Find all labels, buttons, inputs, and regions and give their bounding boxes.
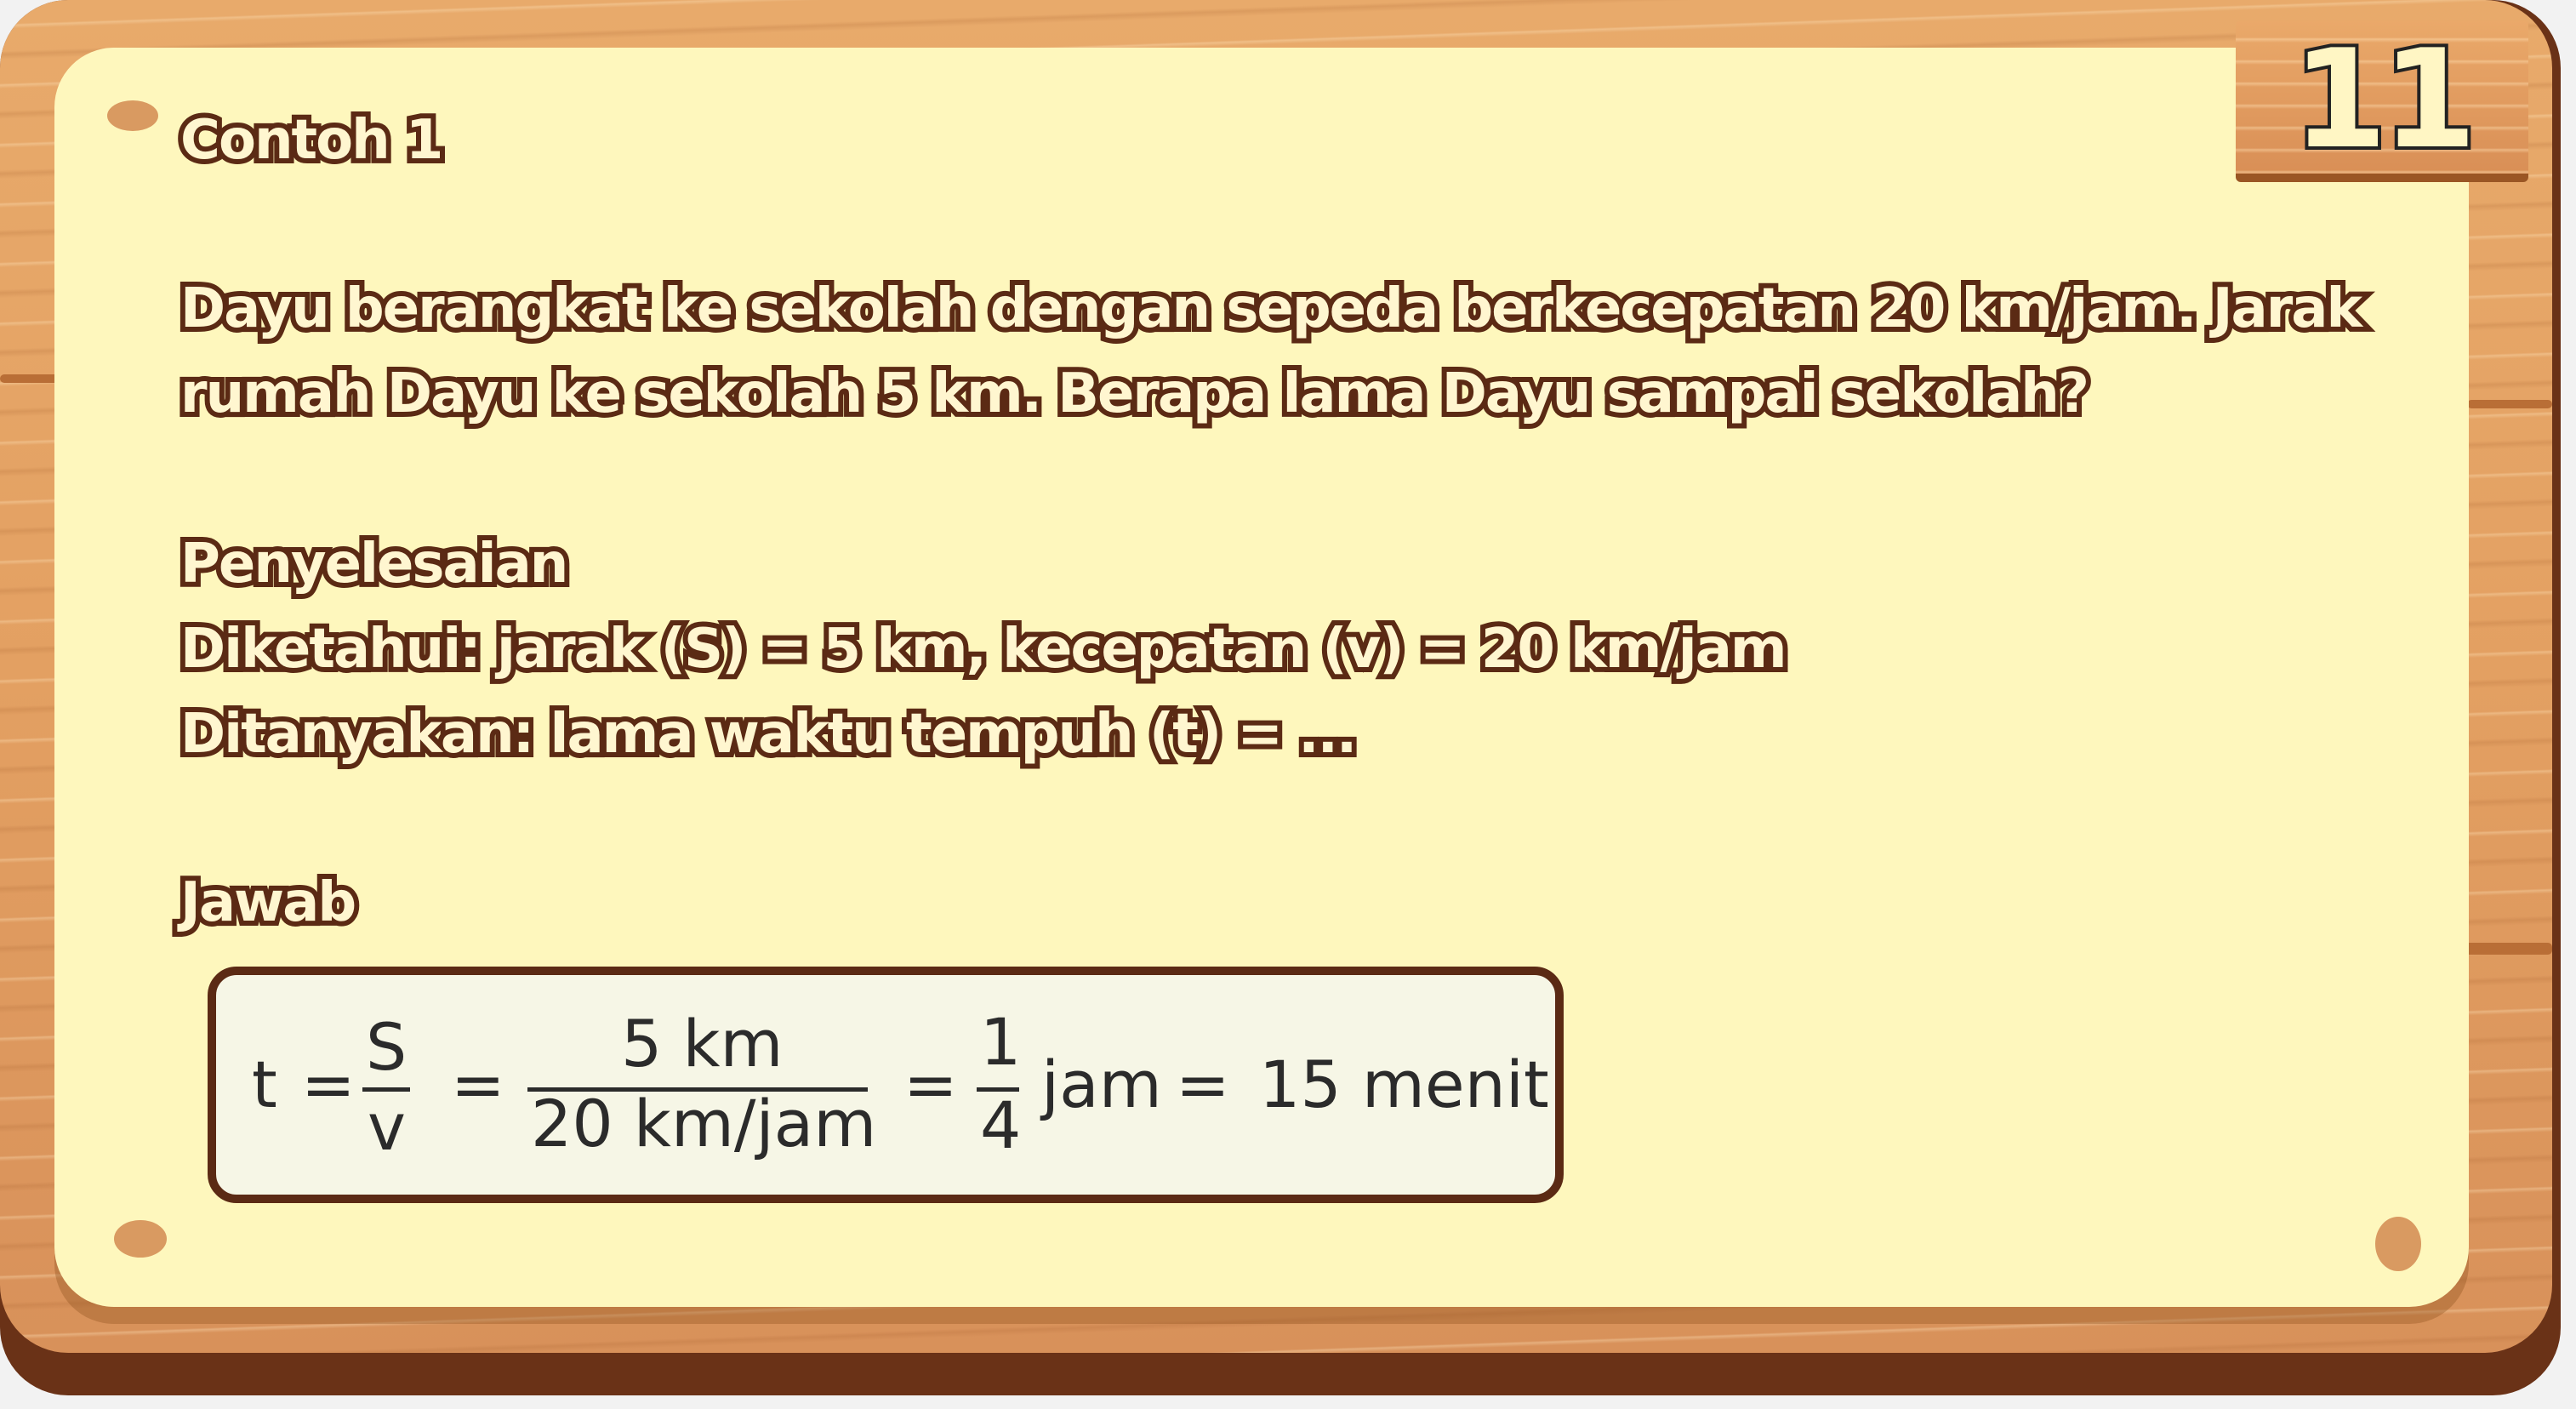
known-values: Diketahui: jarak (S) = 5 km, kecepatan (…	[175, 613, 1792, 686]
fraction-denominator: 20 km/jam	[531, 1086, 877, 1161]
slide: 11 Contoh 1 Dayu berangkat ke sekolah de…	[0, 0, 2576, 1409]
formula-unit: jam	[1041, 1047, 1162, 1122]
formula-lhs: t	[252, 1047, 277, 1122]
formula-box: t = S v = 5 km 20 km/jam = 1 4 jam = 15 …	[208, 967, 1564, 1203]
page-number: 11	[2289, 16, 2481, 182]
wood-seam	[0, 374, 60, 383]
fraction-numerator: S	[366, 1009, 407, 1085]
example-title: Contoh 1	[175, 104, 448, 177]
formula: t = S v = 5 km 20 km/jam = 1 4 jam = 15 …	[216, 975, 1555, 1195]
formula-equals: =	[451, 1047, 505, 1122]
fraction-denominator: 4	[980, 1087, 1022, 1163]
asked-value: Ditanyakan: lama waktu tempuh (t) = ...	[175, 698, 1362, 771]
nail-hole	[2375, 1217, 2421, 1271]
formula-result: 15 menit	[1259, 1047, 1549, 1122]
solution-heading: Penyelesaian	[175, 528, 573, 601]
nail-hole	[107, 100, 158, 131]
page-number-plank: 11	[2236, 16, 2528, 182]
problem-line-2: rumah Dayu ke sekolah 5 km. Berapa lama …	[175, 357, 2094, 431]
formula-equals: =	[301, 1047, 356, 1122]
answer-heading: Jawab	[175, 866, 362, 939]
formula-equals: =	[903, 1047, 958, 1122]
wood-seam	[2467, 400, 2552, 408]
fraction-numerator: 1	[980, 1004, 1022, 1080]
fraction-numerator: 5 km	[621, 1006, 784, 1081]
problem-line-1: Dayu berangkat ke sekolah dengan sepeda …	[175, 272, 2368, 345]
formula-equals: =	[1176, 1047, 1230, 1122]
fraction-denominator: v	[368, 1089, 406, 1165]
nail-hole	[114, 1220, 167, 1258]
